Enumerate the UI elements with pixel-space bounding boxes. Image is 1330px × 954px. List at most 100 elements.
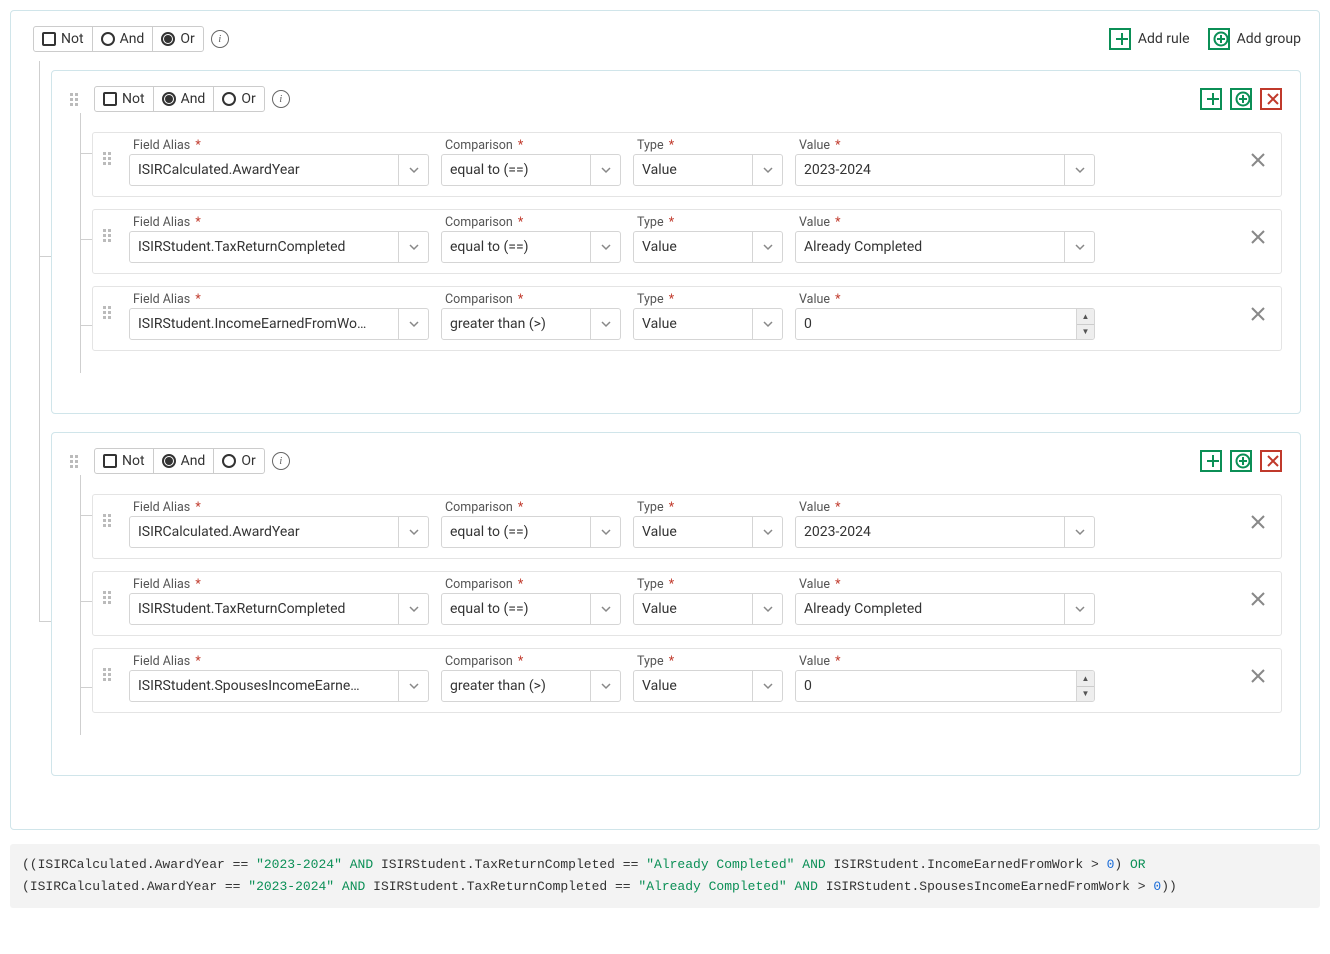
value-number-input[interactable]: 0▲▼	[795, 670, 1095, 702]
chevron-down-icon[interactable]	[590, 671, 620, 701]
field_alias-select[interactable]: ISIRCalculated.AwardYear	[129, 516, 429, 548]
add-rule-button[interactable]: Add rule	[1109, 28, 1190, 50]
add-rule-icon-button[interactable]	[1200, 88, 1222, 110]
add-group-label: Add group	[1237, 31, 1301, 47]
value-select[interactable]: Already Completed	[795, 231, 1095, 263]
field_alias-select[interactable]: ISIRStudent.IncomeEarnedFromWo…	[129, 308, 429, 340]
chevron-down-icon[interactable]	[1064, 232, 1094, 262]
value-select[interactable]: Already Completed	[795, 593, 1095, 625]
chevron-down-icon[interactable]	[590, 309, 620, 339]
comparison-value: equal to (==)	[442, 232, 590, 262]
field_alias-select[interactable]: ISIRStudent.TaxReturnCompleted	[129, 593, 429, 625]
chevron-down-icon[interactable]	[752, 155, 782, 185]
add-group-icon-button[interactable]	[1230, 88, 1252, 110]
type-label: Type *	[637, 577, 783, 592]
field_alias-label: Field Alias *	[133, 654, 429, 669]
comparison-select[interactable]: greater than (>)	[441, 670, 621, 702]
chevron-down-icon[interactable]	[590, 594, 620, 624]
add-group-button[interactable]: Add group	[1208, 28, 1301, 50]
or-toggle[interactable]: Or	[213, 87, 263, 111]
value-select[interactable]: 2023-2024	[795, 516, 1095, 548]
delete-rule-button[interactable]	[1245, 305, 1271, 327]
chevron-down-icon[interactable]	[590, 517, 620, 547]
chevron-down-icon[interactable]	[398, 232, 428, 262]
chevron-down-icon[interactable]	[1064, 517, 1094, 547]
field_alias-select[interactable]: ISIRStudent.TaxReturnCompleted	[129, 231, 429, 263]
comparison-select[interactable]: equal to (==)	[441, 516, 621, 548]
info-icon[interactable]: i	[211, 30, 229, 48]
type-select[interactable]: Value	[633, 231, 783, 263]
chevron-down-icon[interactable]	[398, 155, 428, 185]
type-label: Type *	[637, 654, 783, 669]
or-toggle[interactable]: Or	[213, 449, 263, 473]
drag-handle[interactable]	[70, 93, 78, 106]
info-icon[interactable]: i	[272, 90, 290, 108]
not-toggle[interactable]: Not	[34, 27, 92, 51]
chevron-down-icon[interactable]	[752, 671, 782, 701]
comparison-select[interactable]: equal to (==)	[441, 154, 621, 186]
and-toggle[interactable]: And	[92, 27, 153, 51]
rule-row: Field Alias *ISIRCalculated.AwardYearCom…	[92, 132, 1282, 197]
chevron-down-icon[interactable]	[1064, 594, 1094, 624]
comparison-select[interactable]: greater than (>)	[441, 308, 621, 340]
number-spinner[interactable]: ▲▼	[1076, 309, 1094, 339]
root-conjunction: Not And Or	[33, 26, 204, 52]
type-select[interactable]: Value	[633, 670, 783, 702]
drag-handle[interactable]	[103, 229, 111, 242]
not-toggle[interactable]: Not	[95, 449, 153, 473]
rule-group: NotAndOriField Alias *ISIRCalculated.Awa…	[51, 70, 1301, 414]
value-value: 0	[796, 309, 1076, 339]
comparison-select[interactable]: equal to (==)	[441, 593, 621, 625]
drag-handle[interactable]	[70, 455, 78, 468]
comparison-select[interactable]: equal to (==)	[441, 231, 621, 263]
number-spinner[interactable]: ▲▼	[1076, 671, 1094, 701]
not-toggle[interactable]: Not	[95, 87, 153, 111]
group-conjunction: NotAndOr	[94, 86, 265, 112]
chevron-down-icon[interactable]	[398, 309, 428, 339]
field_alias-select[interactable]: ISIRStudent.SpousesIncomeEarne…	[129, 670, 429, 702]
or-toggle[interactable]: Or	[152, 27, 202, 51]
comparison-value: greater than (>)	[442, 671, 590, 701]
type-select[interactable]: Value	[633, 308, 783, 340]
root-header: Not And Or i Add rule Add group	[11, 11, 1319, 60]
add-rule-icon-button[interactable]	[1200, 450, 1222, 472]
chevron-down-icon[interactable]	[398, 594, 428, 624]
rule-row: Field Alias *ISIRStudent.IncomeEarnedFro…	[92, 286, 1282, 351]
chevron-down-icon[interactable]	[398, 671, 428, 701]
drag-handle[interactable]	[103, 306, 111, 319]
delete-rule-button[interactable]	[1245, 151, 1271, 173]
drag-handle[interactable]	[103, 514, 111, 527]
field_alias-label: Field Alias *	[133, 138, 429, 153]
value-number-input[interactable]: 0▲▼	[795, 308, 1095, 340]
chevron-down-icon[interactable]	[752, 232, 782, 262]
value-select[interactable]: 2023-2024	[795, 154, 1095, 186]
type-select[interactable]: Value	[633, 516, 783, 548]
chevron-down-icon[interactable]	[590, 155, 620, 185]
radio-icon	[222, 92, 236, 106]
chevron-down-icon[interactable]	[752, 594, 782, 624]
field_alias-value: ISIRStudent.TaxReturnCompleted	[130, 594, 398, 624]
field_alias-select[interactable]: ISIRCalculated.AwardYear	[129, 154, 429, 186]
delete-rule-button[interactable]	[1245, 590, 1271, 612]
and-toggle[interactable]: And	[153, 449, 214, 473]
delete-group-button[interactable]	[1260, 88, 1282, 110]
add-group-icon-button[interactable]	[1230, 450, 1252, 472]
delete-rule-button[interactable]	[1245, 667, 1271, 689]
info-icon[interactable]: i	[272, 452, 290, 470]
and-toggle[interactable]: And	[153, 87, 214, 111]
chevron-down-icon[interactable]	[398, 517, 428, 547]
chevron-down-icon[interactable]	[752, 309, 782, 339]
delete-rule-button[interactable]	[1245, 228, 1271, 250]
plus-icon	[1109, 28, 1131, 50]
drag-handle[interactable]	[103, 591, 111, 604]
chevron-down-icon[interactable]	[752, 517, 782, 547]
chevron-down-icon[interactable]	[590, 232, 620, 262]
chevron-down-icon[interactable]	[1064, 155, 1094, 185]
type-select[interactable]: Value	[633, 593, 783, 625]
delete-rule-button[interactable]	[1245, 513, 1271, 535]
type-select[interactable]: Value	[633, 154, 783, 186]
comparison-value: equal to (==)	[442, 155, 590, 185]
drag-handle[interactable]	[103, 668, 111, 681]
drag-handle[interactable]	[103, 152, 111, 165]
delete-group-button[interactable]	[1260, 450, 1282, 472]
